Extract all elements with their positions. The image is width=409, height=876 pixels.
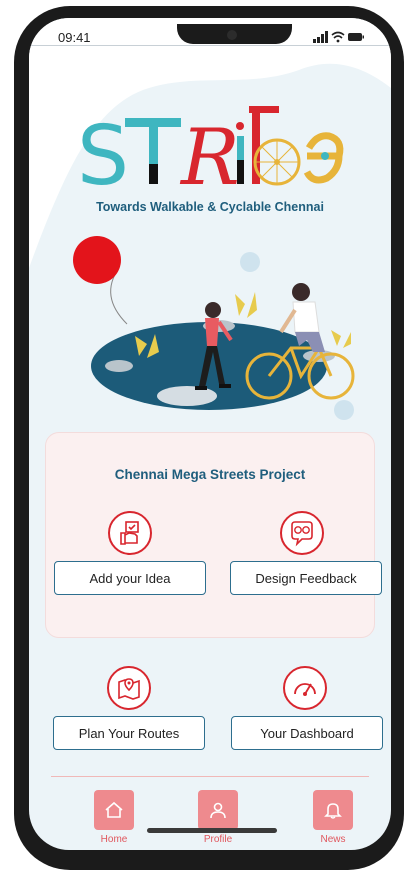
nav-divider [51,776,369,777]
app-screen: 09:41 S R Towards Walkable & Cyclable Ch… [29,18,391,850]
home-icon [105,801,123,818]
nav-item-profile[interactable]: Profile [188,790,248,845]
bell-icon [324,803,342,819]
nav-label-home: Home [100,834,128,845]
logo-letter-e [303,132,344,184]
stride-logo: S R [77,106,344,192]
status-divider [29,45,391,46]
dashboard-button[interactable]: Your Dashboard [231,716,383,750]
nav-label-news: News [320,834,346,845]
logo-letter-s: S [77,109,129,192]
logo-letter-d [249,106,301,186]
project-card: Chennai Mega Streets Project Add your Id… [45,432,382,638]
phone-notch [177,24,292,44]
logo-letter-r: R [179,113,240,192]
battery-icon [348,33,364,41]
design-feedback-button[interactable]: Design Feedback [230,561,382,595]
gauge-icon[interactable] [283,666,327,710]
status-time: 09:41 [58,30,91,45]
project-title: Chennai Mega Streets Project [114,467,306,482]
nav-label-profile: Profile [203,834,233,845]
add-idea-button[interactable]: Add your Idea [54,561,206,595]
plan-routes-button[interactable]: Plan Your Routes [53,716,205,750]
nav-item-home[interactable]: Home [84,790,144,845]
hero-illustration [73,236,355,420]
tagline: Towards Walkable & Cyclable Chennai [96,200,324,214]
user-icon [210,802,226,819]
logo-letter-t [125,118,181,184]
idea-icon[interactable] [108,511,152,555]
feedback-icon[interactable] [280,511,324,555]
home-indicator[interactable] [147,828,277,833]
map-icon[interactable] [107,666,151,710]
nav-item-news[interactable]: News [303,790,363,845]
balloon-icon [73,236,121,284]
wifi-icon [331,31,345,39]
signal-icon [313,31,328,43]
